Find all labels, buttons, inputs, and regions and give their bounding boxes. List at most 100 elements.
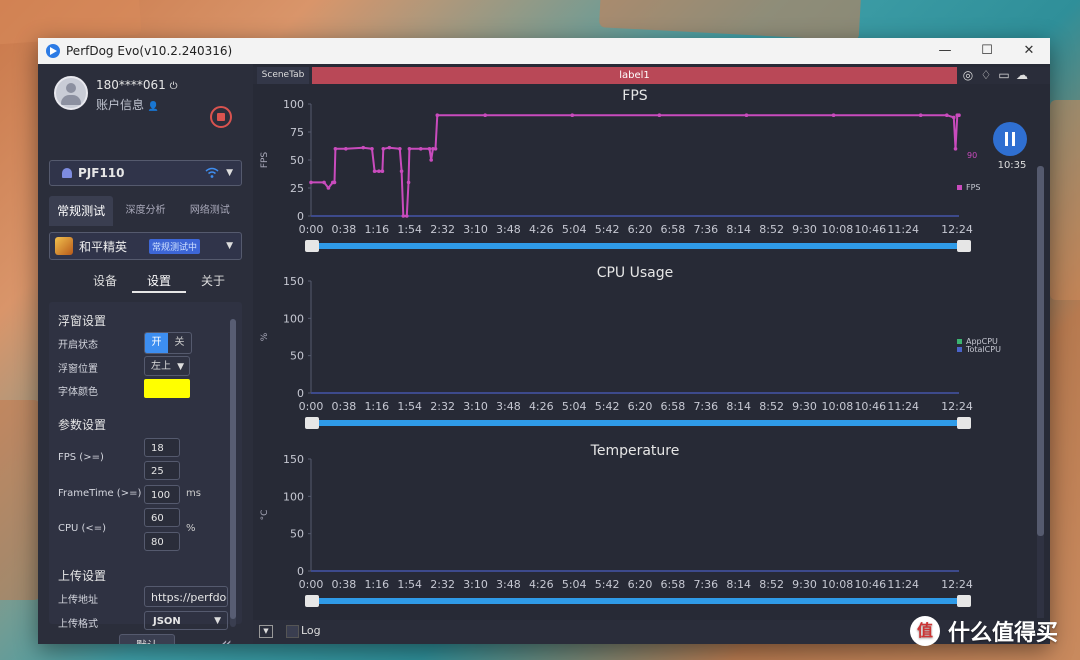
fps-point xyxy=(380,169,385,173)
fps-threshold-input-2[interactable]: 25 xyxy=(144,461,180,480)
fps-point xyxy=(957,113,961,117)
legend-swatch xyxy=(957,339,962,344)
slider-handle-right xyxy=(957,417,971,429)
cpu-threshold-input-1[interactable]: 60 xyxy=(144,508,180,527)
background-stone xyxy=(0,400,40,600)
y-tick-label: 0 xyxy=(297,210,304,223)
y-tick-label: 150 xyxy=(283,275,304,288)
toggle-on-option[interactable]: 开 xyxy=(145,333,168,353)
frametime-input[interactable]: 100 xyxy=(144,485,180,504)
x-tick-label: 4:26 xyxy=(529,578,554,591)
tab-deep-analysis[interactable]: 深度分析 xyxy=(113,196,177,226)
x-tick-label: 8:52 xyxy=(759,400,784,413)
main-panel: SceneTab label1 ◎ ♢ ▭ ☁ FPS FPS 0 25 50 75 100… xyxy=(253,64,1050,644)
device-select[interactable]: PJF110 ▼ xyxy=(49,160,242,186)
maximize-button[interactable]: ☐ xyxy=(966,38,1008,64)
pin-icon[interactable]: ♢ xyxy=(979,68,993,82)
settings-scrollbar-thumb[interactable] xyxy=(230,319,236,619)
x-tick-label: 10:08 xyxy=(822,223,854,236)
tab-device[interactable]: 设备 xyxy=(78,272,132,293)
fps-point xyxy=(401,214,406,218)
cpu-threshold-input-2[interactable]: 80 xyxy=(144,532,180,551)
x-tick-label: 10:08 xyxy=(822,578,854,591)
y-axis-label: °C xyxy=(260,510,270,521)
tab-regular-test[interactable]: 常规测试 xyxy=(49,196,114,226)
x-tick-label: 9:30 xyxy=(792,400,817,413)
tab-settings[interactable]: 设置 xyxy=(132,272,186,293)
log-checkbox[interactable] xyxy=(286,625,299,638)
upload-format-value: JSON xyxy=(153,616,181,627)
avatar[interactable] xyxy=(54,76,88,110)
sidebar: 180****061 ⏻ 账户信息 👤 PJF110 ▼ 常规测试 深度分析 网… xyxy=(38,64,253,644)
legend-label: TotalCPU xyxy=(965,345,1001,354)
x-tick-label: 2:32 xyxy=(430,400,455,413)
fps-threshold-input-1[interactable]: 18 xyxy=(144,438,180,457)
collapse-sidebar-icon[interactable]: « xyxy=(220,634,232,644)
x-tick-label: 0:38 xyxy=(332,400,357,413)
tab-network-test[interactable]: 网络测试 xyxy=(178,196,242,226)
user-settings-icon: 👤 xyxy=(147,102,160,112)
frametime-unit: ms xyxy=(186,488,201,499)
fps-point xyxy=(831,113,836,117)
folder-icon[interactable]: ▭ xyxy=(997,68,1011,82)
default-button[interactable]: 默认 xyxy=(119,634,175,644)
float-state-label: 开启状态 xyxy=(58,340,98,351)
x-tick-label: 4:26 xyxy=(529,223,554,236)
app-select[interactable]: 和平精英 常规测试中 ▼ xyxy=(49,232,242,260)
elapsed-timer: 10:35 xyxy=(997,160,1027,171)
x-tick-label: 5:42 xyxy=(595,223,620,236)
minimize-button[interactable]: — xyxy=(924,38,966,64)
fps-threshold-label: FPS (>=) xyxy=(58,452,104,463)
app-window: PerfDog Evo(v10.2.240316) — ☐ ✕ 180****0… xyxy=(38,38,1050,644)
stop-record-button[interactable] xyxy=(210,106,232,128)
fps-point xyxy=(377,169,381,173)
fps-point xyxy=(344,147,348,151)
close-button[interactable]: ✕ xyxy=(1008,38,1050,64)
slider-handle-left xyxy=(305,595,319,607)
upload-address-input[interactable]: https://perfdog xyxy=(144,586,228,607)
device-name: PJF110 xyxy=(78,166,125,180)
x-tick-label: 7:36 xyxy=(693,400,718,413)
fps-point xyxy=(657,113,662,117)
wifi-icon xyxy=(205,167,219,183)
x-tick-label: 11:24 xyxy=(887,223,919,236)
chart-scrollbar-thumb[interactable] xyxy=(1037,166,1044,536)
x-tick-label: 8:52 xyxy=(759,223,784,236)
pause-button[interactable] xyxy=(993,122,1027,156)
x-tick-label: 5:42 xyxy=(595,400,620,413)
fps-point xyxy=(744,113,749,117)
tab-about[interactable]: 关于 xyxy=(186,272,240,293)
x-tick-label: 8:14 xyxy=(726,223,751,236)
float-position-select[interactable]: 左上 ▼ xyxy=(144,356,190,376)
upload-format-label: 上传格式 xyxy=(58,619,98,630)
fps-point xyxy=(407,147,412,151)
x-tick-label: 5:04 xyxy=(562,223,587,236)
font-color-swatch[interactable] xyxy=(144,379,190,398)
expand-panel-icon[interactable]: ▼ xyxy=(259,625,273,638)
float-position-value: 左上 xyxy=(151,361,171,372)
x-tick-label: 1:16 xyxy=(364,400,389,413)
float-state-toggle[interactable]: 开 关 xyxy=(144,332,192,354)
x-tick-label: 9:30 xyxy=(792,223,817,236)
account-info-link[interactable]: 账户信息 👤 xyxy=(96,96,216,113)
log-label: Log xyxy=(301,624,321,637)
fps-point xyxy=(332,180,337,185)
upload-format-select[interactable]: JSON ▼ xyxy=(144,611,228,630)
label-bar[interactable]: label1 xyxy=(312,67,957,84)
scene-tab[interactable]: SceneTab xyxy=(257,67,309,84)
toggle-off-option[interactable]: 关 xyxy=(168,333,191,353)
fps-point xyxy=(433,147,438,151)
cloud-icon[interactable]: ☁ xyxy=(1015,68,1029,82)
slider-handle-right xyxy=(957,240,971,252)
x-tick-label: 6:20 xyxy=(628,223,653,236)
x-tick-label: 5:04 xyxy=(562,578,587,591)
fps-point xyxy=(406,180,411,185)
user-name: 180****061 ⏻ xyxy=(96,78,178,92)
y-tick-label: 150 xyxy=(283,453,304,466)
location-icon[interactable]: ◎ xyxy=(961,68,975,82)
fps-point xyxy=(387,145,392,150)
fps-series-line xyxy=(311,114,959,217)
x-tick-label: 1:54 xyxy=(397,400,422,413)
power-icon[interactable]: ⏻ xyxy=(170,81,178,92)
x-tick-label: 2:32 xyxy=(430,578,455,591)
